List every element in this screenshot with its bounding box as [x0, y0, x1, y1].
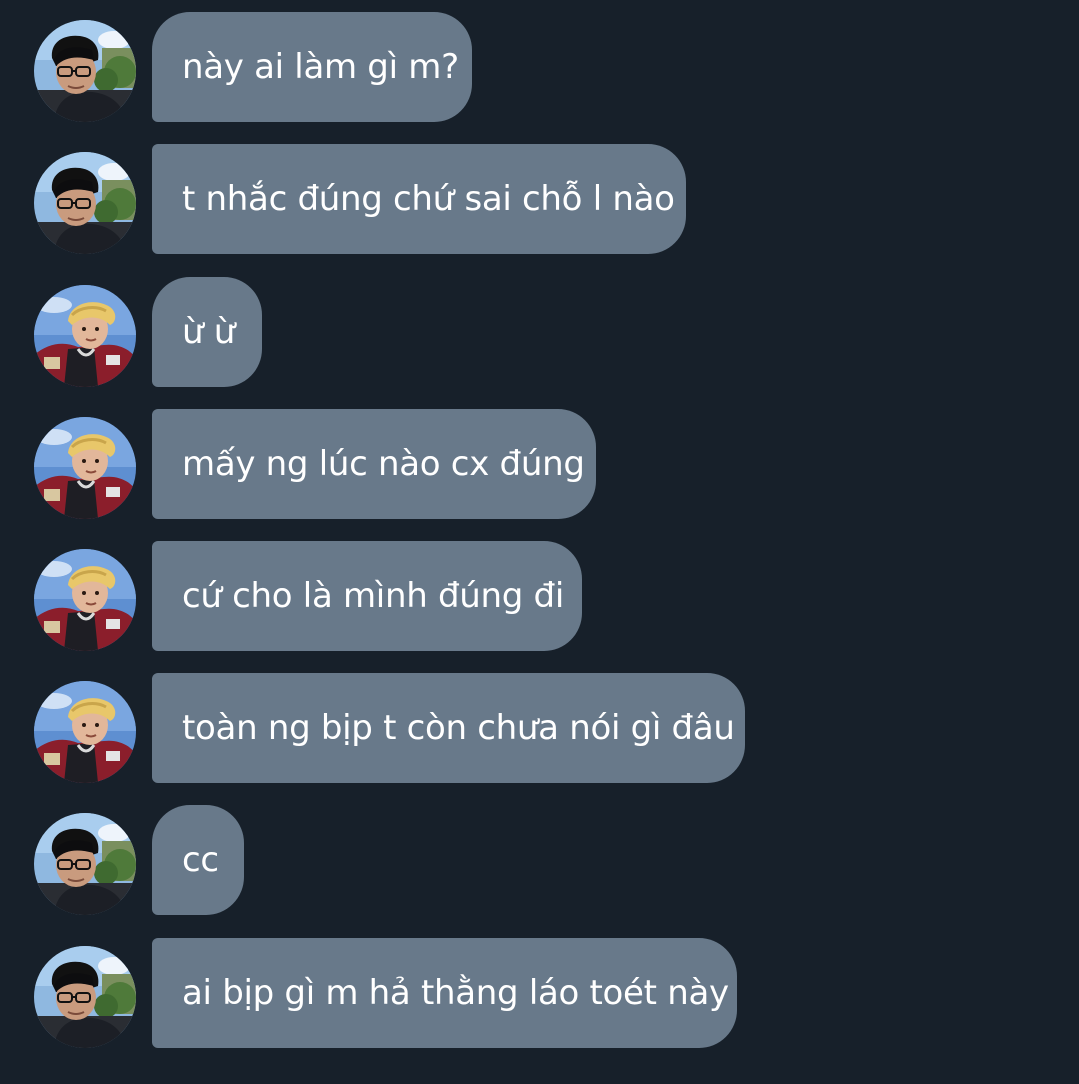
message-bubble[interactable]: t nhắc đúng chứ sai chỗ l nào — [152, 144, 686, 254]
message-row: ai bịp gì m hả thằng láo toét này — [0, 938, 1079, 1048]
message-row: t nhắc đúng chứ sai chỗ l nào — [0, 144, 1079, 254]
message-text: toàn ng bịp t còn chưa nói gì đâu — [182, 708, 735, 748]
message-text: mấy ng lúc nào cx đúng — [182, 444, 585, 484]
message-row: ừ ừ — [0, 277, 1079, 387]
user-b-avatar[interactable] — [34, 417, 136, 519]
message-row: mấy ng lúc nào cx đúng — [0, 409, 1079, 519]
message-bubble[interactable]: toàn ng bịp t còn chưa nói gì đâu — [152, 673, 745, 783]
message-bubble[interactable]: cc — [152, 805, 244, 915]
message-text: ai bịp gì m hả thằng láo toét này — [182, 973, 729, 1013]
message-text: t nhắc đúng chứ sai chỗ l nào — [182, 179, 675, 219]
user-b-avatar[interactable] — [34, 681, 136, 783]
message-row: cứ cho là mình đúng đi — [0, 541, 1079, 651]
message-row: cc — [0, 805, 1079, 915]
message-bubble[interactable]: này ai làm gì m? — [152, 12, 472, 122]
message-bubble[interactable]: cứ cho là mình đúng đi — [152, 541, 582, 651]
user-b-avatar[interactable] — [34, 285, 136, 387]
message-text: cứ cho là mình đúng đi — [182, 576, 564, 616]
user-a-avatar[interactable] — [34, 152, 136, 254]
message-text: cc — [182, 840, 219, 880]
chat-message-list: này ai làm gì m? t nhắc đúng chứ sai chỗ… — [0, 0, 1079, 1084]
user-a-avatar[interactable] — [34, 20, 136, 122]
message-text: ừ ừ — [182, 312, 236, 352]
message-text: này ai làm gì m? — [182, 47, 459, 87]
message-bubble[interactable]: ai bịp gì m hả thằng láo toét này — [152, 938, 737, 1048]
user-b-avatar[interactable] — [34, 549, 136, 651]
user-a-avatar[interactable] — [34, 946, 136, 1048]
message-row: này ai làm gì m? — [0, 12, 1079, 122]
user-a-avatar[interactable] — [34, 813, 136, 915]
message-bubble[interactable]: ừ ừ — [152, 277, 262, 387]
message-row: toàn ng bịp t còn chưa nói gì đâu — [0, 673, 1079, 783]
message-bubble[interactable]: mấy ng lúc nào cx đúng — [152, 409, 596, 519]
